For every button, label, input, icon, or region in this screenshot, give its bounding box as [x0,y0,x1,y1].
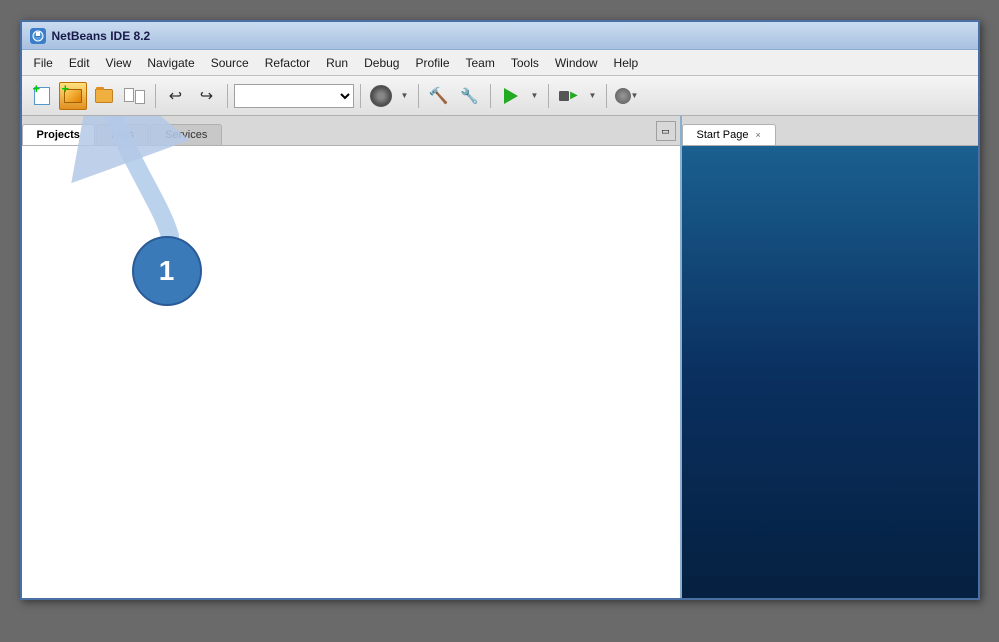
copy-button[interactable] [121,82,149,110]
menu-help[interactable]: Help [606,54,647,72]
run-button[interactable] [497,82,525,110]
toolbar-separator-3 [360,84,361,108]
redo-icon: ↪ [200,86,213,106]
tab-services[interactable]: Services [150,124,222,145]
open-project-button[interactable] [90,82,118,110]
toolbar-separator-6 [548,84,549,108]
undo-icon: ↩ [169,86,182,106]
menu-navigate[interactable]: Navigate [139,54,202,72]
run-dropdown-button[interactable]: ▼ [528,82,542,110]
title-bar: NetBeans IDE 8.2 [22,22,978,50]
browser-button[interactable] [367,82,395,110]
step-button[interactable]: ▶ [555,82,583,110]
toolbar-separator-1 [155,84,156,108]
hammer-icon: 🔨 [429,86,449,106]
undo-button[interactable]: ↩ [162,82,190,110]
configure-button[interactable]: 🔧 [456,82,484,110]
toolbar-separator-2 [227,84,228,108]
step-dropdown-button[interactable]: ▼ [586,82,600,110]
chevron-down-icon: ▼ [401,91,409,100]
start-page-content [682,146,978,598]
menu-tools[interactable]: Tools [503,54,547,72]
new-file-button[interactable]: + [28,82,56,110]
redo-button[interactable]: ↪ [193,82,221,110]
toolbar-separator-4 [418,84,419,108]
close-tab-button[interactable]: × [756,130,761,140]
browser-dropdown-button[interactable]: ▼ [398,82,412,110]
menu-edit[interactable]: Edit [61,54,98,72]
right-panel: Start Page × [682,116,978,598]
app-icon [30,28,46,44]
menu-profile[interactable]: Profile [407,54,457,72]
left-tabs-bar: Projects Files Services ▭ [22,116,680,146]
toolbar-separator-7 [606,84,607,108]
menu-team[interactable]: Team [458,54,503,72]
main-window: NetBeans IDE 8.2 File Edit View Navigate… [20,20,980,600]
step-chevron-icon: ▼ [589,91,597,100]
project-combo[interactable] [234,84,354,108]
left-panel: Projects Files Services ▭ [22,116,682,598]
main-area: Projects Files Services ▭ [22,116,978,598]
build-button[interactable]: 🔨 [425,82,453,110]
menu-file[interactable]: File [26,54,61,72]
menu-debug[interactable]: Debug [356,54,407,72]
run-chevron-icon: ▼ [531,91,539,100]
run-icon [504,88,518,104]
toolbar: + + ↩ ↪ [22,76,978,116]
new-project-button[interactable]: + [59,82,87,110]
minimize-icon: ▭ [661,126,670,137]
arrow-svg [22,146,302,346]
tab-files[interactable]: Files [96,124,149,145]
globe-icon [370,85,392,107]
menu-refactor[interactable]: Refactor [257,54,318,72]
window-title: NetBeans IDE 8.2 [52,29,151,43]
tab-projects[interactable]: Projects [22,124,95,145]
wrench-icon: 🔧 [460,87,479,105]
menu-bar: File Edit View Navigate Source Refactor … [22,50,978,76]
left-content-panel: 1 [22,146,680,598]
annotation-layer: 1 [22,146,680,598]
toolbar-separator-5 [490,84,491,108]
menu-run[interactable]: Run [318,54,356,72]
menu-window[interactable]: Window [547,54,606,72]
tab-start-page[interactable]: Start Page × [682,124,776,145]
menu-source[interactable]: Source [203,54,257,72]
profile-run-button[interactable]: ▼ [613,82,641,110]
right-tabs-bar: Start Page × [682,116,978,146]
minimize-panel-button[interactable]: ▭ [656,121,676,141]
menu-view[interactable]: View [98,54,140,72]
annotation-circle-1: 1 [132,236,202,306]
